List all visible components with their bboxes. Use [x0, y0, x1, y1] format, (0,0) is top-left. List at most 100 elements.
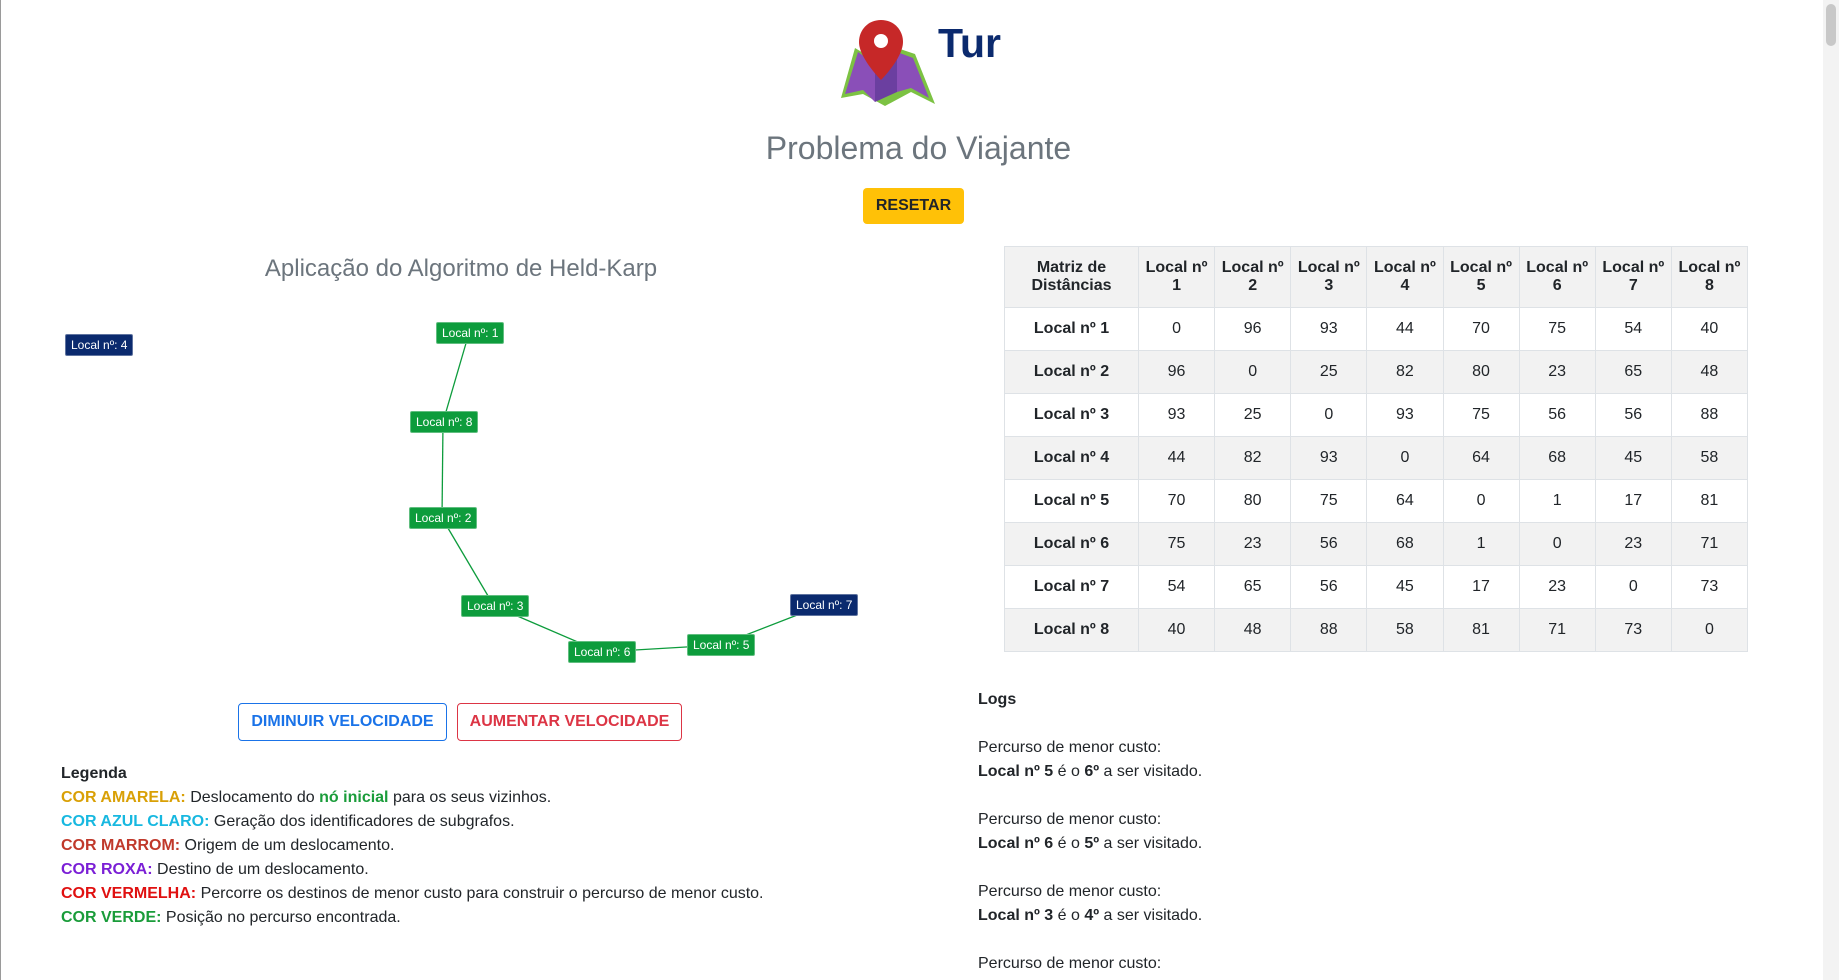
log-local: Local nº 3	[978, 907, 1054, 924]
scrollbar-thumb[interactable]	[1826, 4, 1836, 46]
legend-text: para os seus vizinhos.	[388, 789, 552, 806]
matrix-cell: 70	[1442, 307, 1520, 351]
log-entry: Percurso de menor custo: Local nº 3 é o …	[978, 880, 1202, 928]
matrix-cell: 45	[1594, 436, 1672, 480]
legend: Legenda COR AMARELA: Deslocamento do nó …	[61, 762, 764, 930]
matrix-cell: 0	[1290, 393, 1368, 437]
matrix-cell: 71	[1518, 608, 1596, 652]
graph-node[interactable]: Local nº: 1	[436, 322, 505, 344]
matrix-cell: 80	[1442, 350, 1520, 394]
log-heading: Percurso de menor custo:	[978, 739, 1162, 756]
matrix-cell: 68	[1366, 522, 1444, 566]
legend-text: Posição no percurso encontrada.	[165, 909, 401, 926]
legend-text: Deslocamento do	[190, 789, 320, 806]
graph-canvas: Local nº: 1 Local nº: 8 Local nº: 2 Local n…	[1, 300, 901, 680]
matrix-cell: 0	[1442, 479, 1520, 523]
matrix-cell: 65	[1594, 350, 1672, 394]
matrix-cell: 23	[1594, 522, 1672, 566]
matrix-cell: 40	[1670, 307, 1749, 351]
log-entry: Percurso de menor custo:	[978, 952, 1202, 976]
log-entry: Percurso de menor custo: Local nº 6 é o …	[978, 808, 1202, 856]
graph-node[interactable]: Local nº: 5	[687, 634, 756, 656]
matrix-cell: 73	[1670, 565, 1749, 609]
graph-edge	[442, 332, 470, 423]
matrix-col-header: Local nº 7	[1594, 246, 1672, 308]
graph-node[interactable]: Local nº: 7	[790, 594, 859, 616]
matrix-cell: 82	[1366, 350, 1444, 394]
matrix-cell: 48	[1214, 608, 1292, 652]
matrix-cell: 48	[1670, 350, 1749, 394]
matrix-col-header: Local nº 2	[1214, 246, 1292, 308]
legend-item-brown: COR MARROM: Origem de um deslocamento.	[61, 834, 764, 858]
matrix-cell: 1	[1518, 479, 1596, 523]
legend-color-purple: COR ROXA:	[61, 861, 153, 878]
page: Tur Problema do Viajante RESETAR Aplicaç…	[0, 0, 1839, 980]
log-position: 6º	[1084, 763, 1100, 780]
matrix-cell: 23	[1518, 350, 1596, 394]
matrix-header-row: Matriz de Distâncias Local nº 1 Local nº…	[1004, 246, 1749, 308]
matrix-row: Local nº 4 44 82 93 0 64 68 45 58	[1004, 436, 1749, 480]
matrix-cell: 82	[1214, 436, 1292, 480]
matrix-cell: 17	[1442, 565, 1520, 609]
legend-item-red: COR VERMELHA: Percorre os destinos de me…	[61, 882, 764, 906]
legend-text: Geração dos identificadores de subgrafos…	[213, 813, 515, 830]
graph-node[interactable]: Local nº: 6	[568, 641, 637, 663]
log-local: Local nº 6	[978, 835, 1054, 852]
legend-item-green: COR VERDE: Posição no percurso encontrad…	[61, 906, 764, 930]
matrix-row-header: Local nº 6	[1004, 522, 1139, 566]
graph-edge	[441, 421, 444, 519]
logs-panel: Logs Percurso de menor custo: Local nº 5…	[978, 688, 1202, 980]
increase-speed-button[interactable]: AUMENTAR VELOCIDADE	[457, 703, 682, 741]
log-position: 5º	[1084, 835, 1100, 852]
legend-color-yellow: COR AMARELA:	[61, 789, 186, 806]
matrix-row: Local nº 5 70 80 75 64 0 1 17 81	[1004, 479, 1749, 523]
matrix-col-header: Local nº 4	[1366, 246, 1444, 308]
matrix-row: Local nº 2 96 0 25 82 80 23 65 48	[1004, 350, 1749, 394]
matrix-cell: 25	[1214, 393, 1292, 437]
matrix-row-header: Local nº 4	[1004, 436, 1139, 480]
matrix-cell: 64	[1366, 479, 1444, 523]
matrix-row-header: Local nº 8	[1004, 608, 1139, 652]
matrix-cell: 56	[1290, 565, 1368, 609]
matrix-cell: 1	[1442, 522, 1520, 566]
matrix-cell: 23	[1518, 565, 1596, 609]
graph-node[interactable]: Local nº: 8	[410, 411, 479, 433]
matrix-row: Local nº 7 54 65 56 45 17 23 0 73	[1004, 565, 1749, 609]
decrease-speed-button[interactable]: DIMINUIR VELOCIDADE	[238, 703, 447, 741]
log-line: Local nº 5 é o 6º a ser visitado.	[978, 760, 1202, 784]
graph-node[interactable]: Local nº: 3	[461, 595, 530, 617]
matrix-row-header: Local nº 3	[1004, 393, 1139, 437]
matrix-cell: 88	[1290, 608, 1368, 652]
legend-color-green: COR VERDE:	[61, 909, 162, 926]
matrix-cell: 88	[1670, 393, 1749, 437]
matrix-cell: 58	[1366, 608, 1444, 652]
matrix-cell: 73	[1594, 608, 1672, 652]
graph-node[interactable]: Local nº: 4	[65, 334, 134, 356]
reset-button[interactable]: RESETAR	[863, 188, 964, 224]
graph-edge	[441, 517, 495, 607]
legend-color-brown: COR MARROM:	[61, 837, 181, 854]
matrix-cell: 64	[1442, 436, 1520, 480]
matrix-cell: 75	[1137, 522, 1216, 566]
matrix-cell: 0	[1214, 350, 1292, 394]
log-line: Local nº 6 é o 5º a ser visitado.	[978, 832, 1202, 856]
matrix-row: Local nº 8 40 48 88 58 81 71 73 0	[1004, 608, 1749, 652]
log-text: é o	[1053, 907, 1085, 924]
matrix-cell: 93	[1137, 393, 1216, 437]
matrix-cell: 54	[1594, 307, 1672, 351]
algorithm-title: Aplicação do Algoritmo de Held-Karp	[264, 255, 658, 282]
matrix-cell: 0	[1137, 307, 1216, 351]
matrix-cell: 93	[1290, 436, 1368, 480]
matrix-cell: 25	[1290, 350, 1368, 394]
matrix-cell: 71	[1670, 522, 1749, 566]
log-text: é o	[1053, 763, 1085, 780]
matrix-cell: 54	[1137, 565, 1216, 609]
graph-node[interactable]: Local nº: 2	[409, 507, 478, 529]
matrix-cell: 68	[1518, 436, 1596, 480]
matrix-cell: 70	[1137, 479, 1216, 523]
legend-text: Origem de um deslocamento.	[184, 837, 395, 854]
brand-name: Tur	[938, 20, 1002, 66]
log-position: 4º	[1084, 907, 1100, 924]
matrix-cell: 75	[1518, 307, 1596, 351]
graph-edges	[441, 332, 824, 653]
